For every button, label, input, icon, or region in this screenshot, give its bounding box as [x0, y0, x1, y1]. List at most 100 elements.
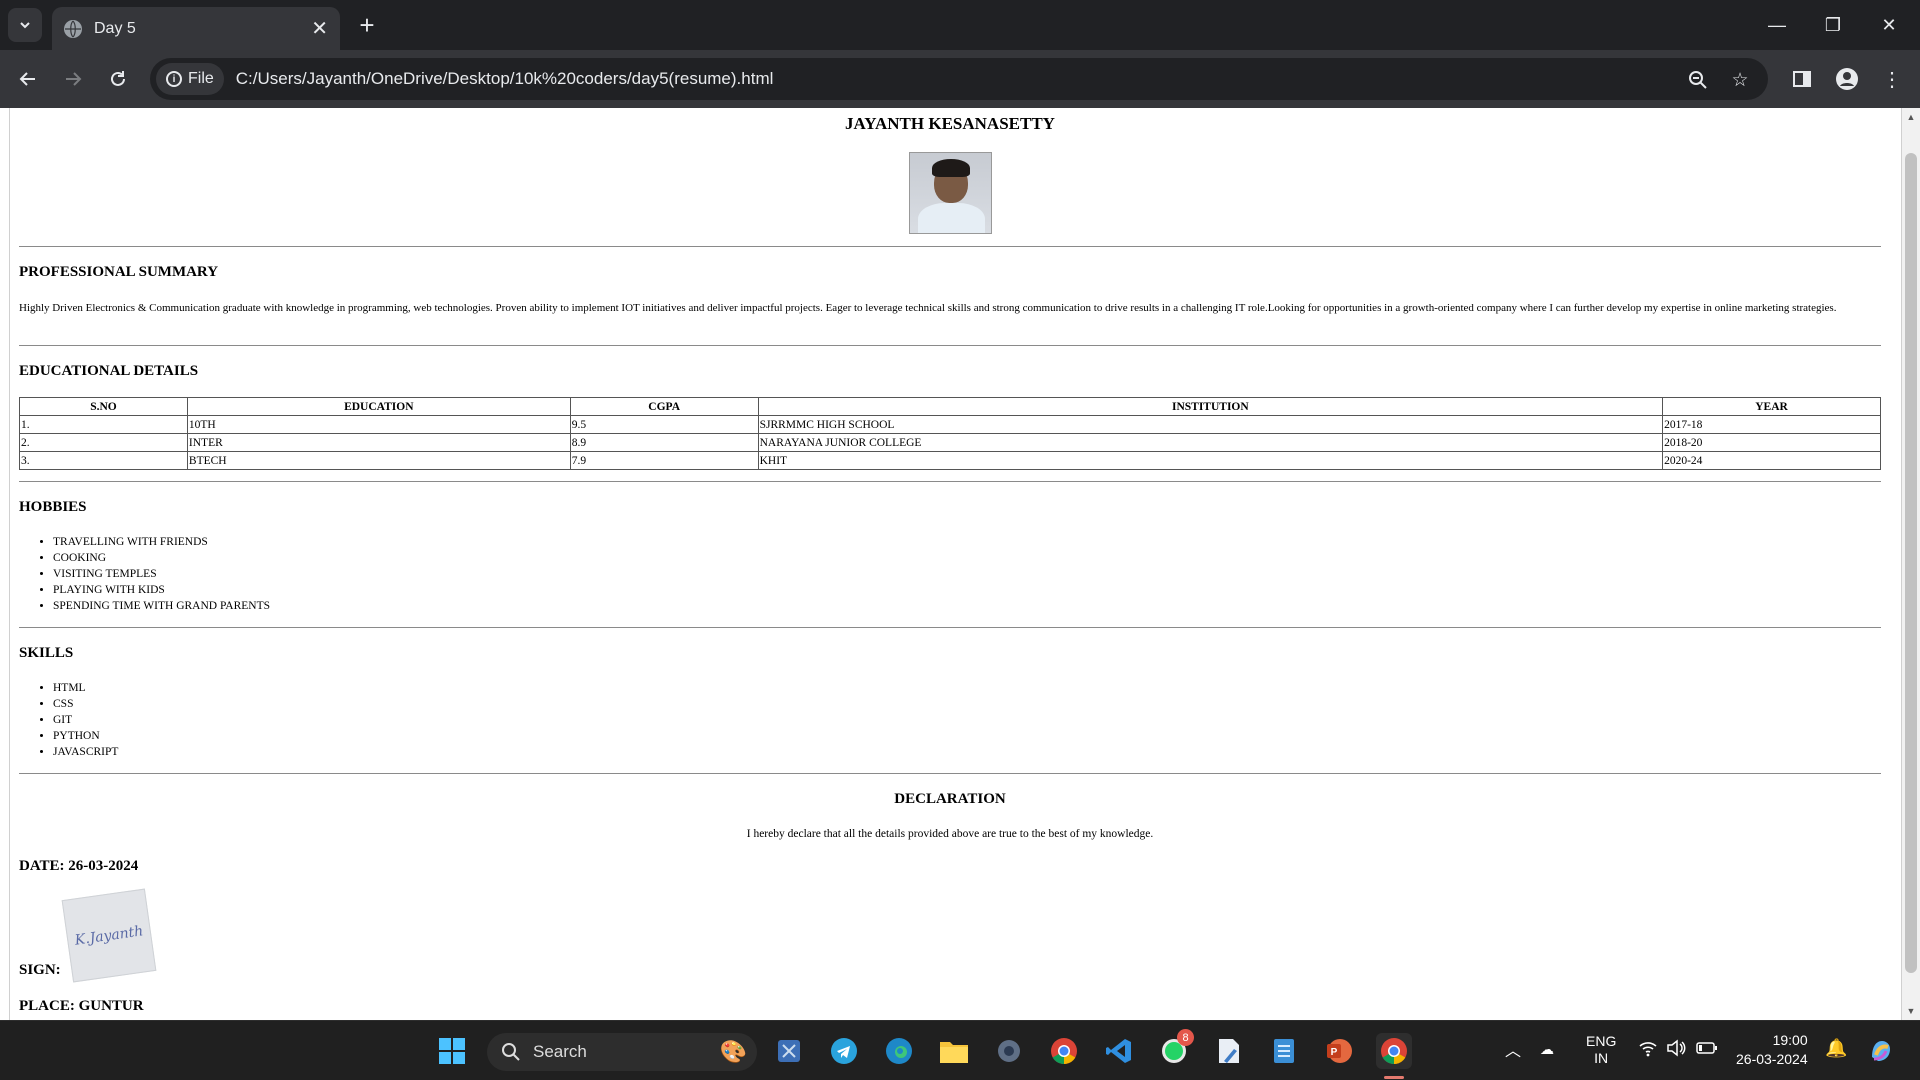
notes-app-icon[interactable] — [1266, 1033, 1302, 1069]
clock-date: 26-03-2024 — [1736, 1051, 1808, 1067]
snipping-tool-icon[interactable] — [771, 1033, 807, 1069]
scrollbar-thumb[interactable] — [1905, 153, 1917, 973]
site-info-chip[interactable]: i File — [156, 63, 224, 95]
list-item: PLAYING WITH KIDS — [53, 582, 270, 598]
profile-photo — [909, 152, 992, 234]
notification-bell-icon[interactable]: 🔔 — [1825, 1038, 1847, 1059]
education-heading: EDUCATIONAL DETAILS — [19, 363, 199, 379]
column-header: S.NO — [19, 397, 188, 416]
divider — [19, 627, 1881, 628]
taskbar-search[interactable]: Search 🎨 — [487, 1033, 757, 1071]
arrow-left-icon — [19, 72, 35, 86]
forward-button[interactable] — [57, 63, 89, 95]
bookmark-star-icon[interactable]: ☆ — [1728, 68, 1752, 92]
scroll-up-arrow-icon[interactable]: ▲ — [1906, 112, 1916, 122]
sign-label: SIGN: — [19, 962, 61, 978]
clock[interactable]: 19:00 26-03-2024 — [1736, 1031, 1808, 1069]
table-cell: SJRRMMC HIGH SCHOOL — [757, 415, 1664, 434]
divider — [19, 481, 1881, 482]
table-cell: BTECH — [186, 451, 571, 470]
list-item: COOKING — [53, 550, 270, 566]
minimize-button[interactable]: — — [1754, 10, 1800, 40]
table-cell: 1. — [19, 415, 188, 434]
vscode-icon[interactable] — [1101, 1033, 1137, 1069]
list-item: PYTHON — [53, 728, 118, 744]
scroll-down-arrow-icon[interactable]: ▼ — [1906, 1006, 1916, 1016]
notepad-icon[interactable] — [1211, 1033, 1247, 1069]
search-placeholder: Search — [533, 1042, 587, 1061]
notification-badge: 8 — [1177, 1029, 1194, 1046]
chrome-active-icon[interactable] — [1376, 1033, 1412, 1069]
list-item: GIT — [53, 712, 118, 728]
profile-icon[interactable] — [1831, 63, 1863, 95]
new-tab-button[interactable]: + — [352, 10, 382, 40]
table-row: 1. 10TH 9.5 SJRRMMC HIGH SCHOOL 2017-18 — [19, 415, 1881, 434]
skills-list: HTML CSS GIT PYTHON JAVASCRIPT — [53, 680, 118, 760]
telegram-icon[interactable] — [826, 1033, 862, 1069]
search-icon — [502, 1043, 520, 1061]
address-bar[interactable]: i File C:/Users/Jayanth/OneDrive/Desktop… — [150, 58, 1768, 100]
whatsapp-icon[interactable]: 8 — [1156, 1029, 1194, 1069]
signature-image: K.Jayanth — [61, 888, 157, 983]
column-header: EDUCATION — [186, 397, 571, 416]
restore-button[interactable]: ❐ — [1810, 10, 1856, 40]
table-cell: 9.5 — [569, 415, 759, 434]
table-row: 2. INTER 8.9 NARAYANA JUNIOR COLLEGE 201… — [19, 433, 1881, 452]
start-button[interactable] — [434, 1033, 470, 1069]
hobbies-heading: HOBBIES — [19, 499, 87, 515]
active-app-indicator — [1384, 1076, 1404, 1079]
tab-title: Day 5 — [94, 19, 136, 37]
summary-text: Highly Driven Electronics & Communicatio… — [19, 302, 1837, 314]
edge-icon[interactable] — [881, 1033, 917, 1069]
divider — [19, 773, 1881, 774]
skills-heading: SKILLS — [19, 645, 74, 661]
onedrive-error-icon[interactable]: ☁ — [1540, 1041, 1554, 1058]
table-cell: KHIT — [757, 451, 1664, 470]
table-cell: 3. — [19, 451, 188, 470]
clock-time: 19:00 — [1772, 1032, 1808, 1048]
divider — [19, 345, 1881, 346]
tab-search-button[interactable] — [8, 8, 42, 42]
table-cell: 10TH — [186, 415, 571, 434]
side-panel-icon[interactable] — [1786, 63, 1818, 95]
place-label: PLACE: GUNTUR — [19, 998, 144, 1014]
copilot-icon[interactable] — [1866, 1035, 1896, 1068]
table-row: 3. BTECH 7.9 KHIT 2020-24 — [19, 451, 1881, 470]
column-header: YEAR — [1662, 397, 1881, 416]
resume-page: JAYANTH KESANASETTY PROFESSIONAL SUMMARY… — [9, 108, 1902, 1020]
table-cell: INTER — [186, 433, 571, 452]
table-cell: 2020-24 — [1662, 451, 1881, 470]
close-window-button[interactable]: ✕ — [1866, 10, 1912, 40]
powerpoint-icon[interactable]: P — [1321, 1033, 1357, 1069]
chevron-down-icon — [20, 22, 30, 29]
declaration-text: I hereby declare that all the details pr… — [746, 828, 1154, 840]
language-indicator[interactable]: ENG IN — [1586, 1033, 1616, 1067]
signature-text: K.Jayanth — [73, 922, 145, 949]
column-header: CGPA — [569, 397, 759, 416]
hobbies-list: TRAVELLING WITH FRIENDS COOKING VISITING… — [53, 534, 270, 614]
vertical-scrollbar[interactable]: ▲ ▼ — [1902, 108, 1920, 1020]
tab-close-icon[interactable]: ✕ — [311, 16, 328, 41]
info-icon: i — [166, 71, 182, 87]
menu-dots-icon[interactable]: ⋮ — [1876, 63, 1908, 95]
file-explorer-icon[interactable] — [936, 1033, 972, 1069]
zoom-icon[interactable] — [1686, 68, 1710, 92]
wifi-icon[interactable] — [1638, 1039, 1658, 1060]
reload-icon — [111, 71, 125, 86]
table-header-row: S.NO EDUCATION CGPA INSTITUTION YEAR — [19, 397, 1881, 416]
table-cell: 7.9 — [569, 451, 759, 470]
settings-gear-icon[interactable] — [991, 1033, 1027, 1069]
arrow-right-icon — [66, 72, 82, 86]
education-table: S.NO EDUCATION CGPA INSTITUTION YEAR 1. … — [19, 397, 1881, 470]
list-item: SPENDING TIME WITH GRAND PARENTS — [53, 598, 270, 614]
url-text[interactable]: C:/Users/Jayanth/OneDrive/Desktop/10k%20… — [236, 69, 774, 89]
browser-tab[interactable]: Day 5 ✕ — [52, 7, 340, 50]
chevron-up-icon[interactable]: ︿ — [1505, 1037, 1521, 1061]
reload-button[interactable] — [102, 63, 134, 95]
back-button[interactable] — [12, 63, 44, 95]
browser-toolbar: i File C:/Users/Jayanth/OneDrive/Desktop… — [0, 50, 1920, 108]
page-viewport: JAYANTH KESANASETTY PROFESSIONAL SUMMARY… — [0, 108, 1920, 1020]
chrome-icon[interactable] — [1046, 1033, 1082, 1069]
battery-icon[interactable] — [1696, 1041, 1718, 1058]
volume-icon[interactable] — [1666, 1039, 1686, 1060]
